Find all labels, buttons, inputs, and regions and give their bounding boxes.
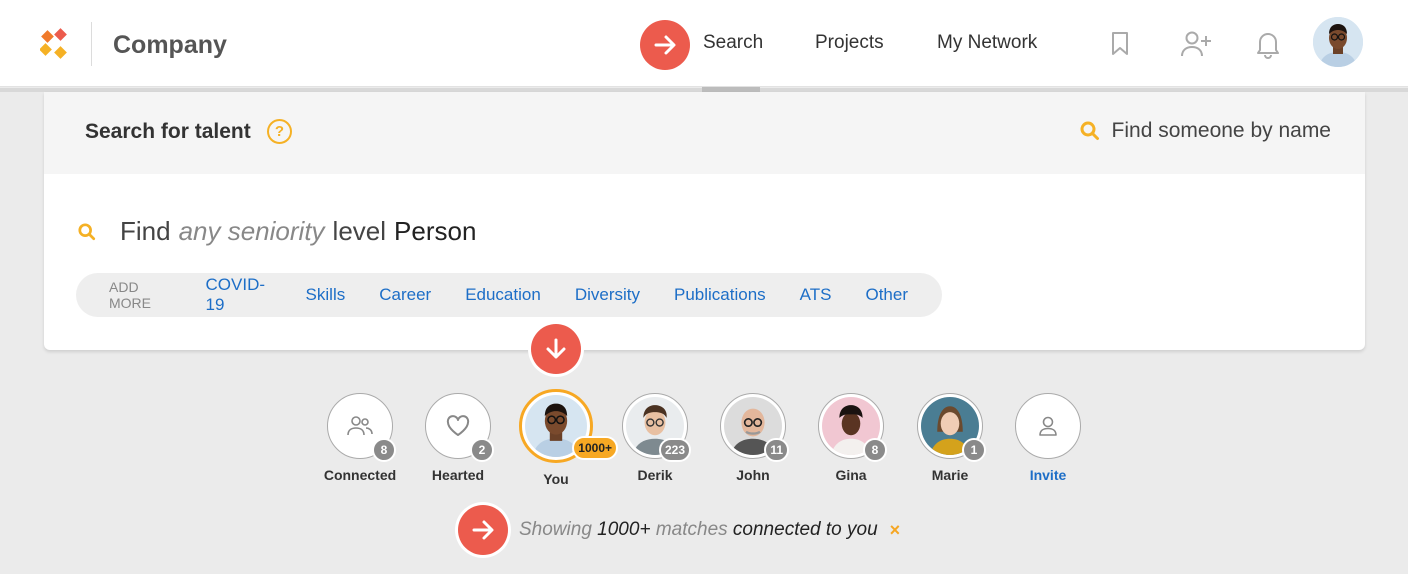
- search-panel: Search for talent ? Find someone by name…: [44, 92, 1365, 350]
- query-level: level: [332, 216, 387, 246]
- filter-covid-19[interactable]: COVID-19: [206, 275, 272, 315]
- connected-people-icon: [347, 416, 373, 436]
- bookmark-icon[interactable]: [1110, 31, 1130, 57]
- add-more-filters-bar: ADD MORE COVID-19 Skills Career Educatio…: [76, 273, 942, 317]
- person-icon: [1039, 416, 1057, 436]
- top-bar: Company Search Projects My Network: [0, 0, 1408, 87]
- marie-count: 1: [962, 438, 986, 462]
- search-query[interactable]: Find any seniority level Person: [78, 216, 476, 247]
- search-icon: [1080, 121, 1099, 140]
- network-you[interactable]: 1000+ You: [511, 389, 618, 487]
- nav-my-network[interactable]: My Network: [937, 32, 1037, 54]
- gina-count: 8: [863, 438, 887, 462]
- find-by-name-label: Find someone by name: [1111, 119, 1331, 142]
- clear-filter-button[interactable]: ×: [890, 520, 901, 541]
- filter-ats[interactable]: ATS: [800, 285, 832, 305]
- bell-icon[interactable]: [1255, 29, 1281, 59]
- hearted-count: 2: [470, 438, 494, 462]
- results-summary: Showing 1000+ matches connected to you ×: [519, 519, 900, 541]
- network-connected[interactable]: 8 Connected: [315, 393, 405, 483]
- help-icon[interactable]: ?: [267, 119, 292, 144]
- search-panel-header: Search for talent ? Find someone by name: [44, 92, 1365, 174]
- page-title: Search for talent: [85, 120, 251, 143]
- query-find: Find: [120, 216, 171, 246]
- connected-label: Connected: [323, 467, 397, 483]
- network-john[interactable]: 11 John: [708, 393, 798, 483]
- derik-count: 223: [658, 438, 691, 462]
- find-by-name-button[interactable]: Find someone by name: [1080, 119, 1331, 143]
- filter-career[interactable]: Career: [379, 285, 431, 305]
- search-icon: [78, 222, 96, 240]
- showing-label: Showing: [519, 519, 592, 540]
- matches-label: matches: [655, 519, 728, 540]
- query-subject[interactable]: Person: [394, 216, 476, 247]
- filter-education[interactable]: Education: [465, 285, 541, 305]
- network-marie[interactable]: 1 Marie: [905, 393, 995, 483]
- gina-label: Gina: [835, 467, 867, 483]
- company-logo[interactable]: [40, 28, 70, 60]
- john-label: John: [736, 467, 770, 483]
- connected-to-you-label: connected to you: [732, 519, 878, 540]
- arrow-right-icon: [640, 20, 690, 70]
- header-divider: [91, 22, 92, 66]
- brand-name: Company: [113, 31, 227, 59]
- result-count: 1000+: [597, 519, 651, 540]
- arrow-down-icon: [531, 324, 581, 374]
- heart-icon: [446, 415, 470, 436]
- nav-projects[interactable]: Projects: [815, 32, 884, 54]
- network-derik[interactable]: 223 Derik: [610, 393, 700, 483]
- user-avatar[interactable]: [1313, 17, 1363, 67]
- hearted-label: Hearted: [431, 467, 485, 483]
- marie-label: Marie: [931, 467, 969, 483]
- john-count: 11: [764, 438, 789, 462]
- connected-count: 8: [372, 438, 396, 462]
- invite-button[interactable]: Invite: [1003, 393, 1093, 483]
- filter-publications[interactable]: Publications: [674, 285, 766, 305]
- network-hearted[interactable]: 2 Hearted: [413, 393, 503, 483]
- you-label: You: [543, 471, 569, 487]
- arrow-right-icon: [458, 505, 508, 555]
- query-seniority[interactable]: any seniority: [179, 216, 325, 247]
- add-person-icon[interactable]: [1181, 30, 1213, 58]
- filter-skills[interactable]: Skills: [306, 285, 346, 305]
- add-more-label: ADD MORE: [109, 279, 151, 311]
- invite-label: Invite: [1029, 467, 1067, 483]
- filter-other[interactable]: Other: [865, 285, 908, 305]
- derik-label: Derik: [637, 467, 673, 483]
- network-gina[interactable]: 8 Gina: [806, 393, 896, 483]
- nav-search[interactable]: Search: [703, 32, 763, 54]
- filter-diversity[interactable]: Diversity: [575, 285, 640, 305]
